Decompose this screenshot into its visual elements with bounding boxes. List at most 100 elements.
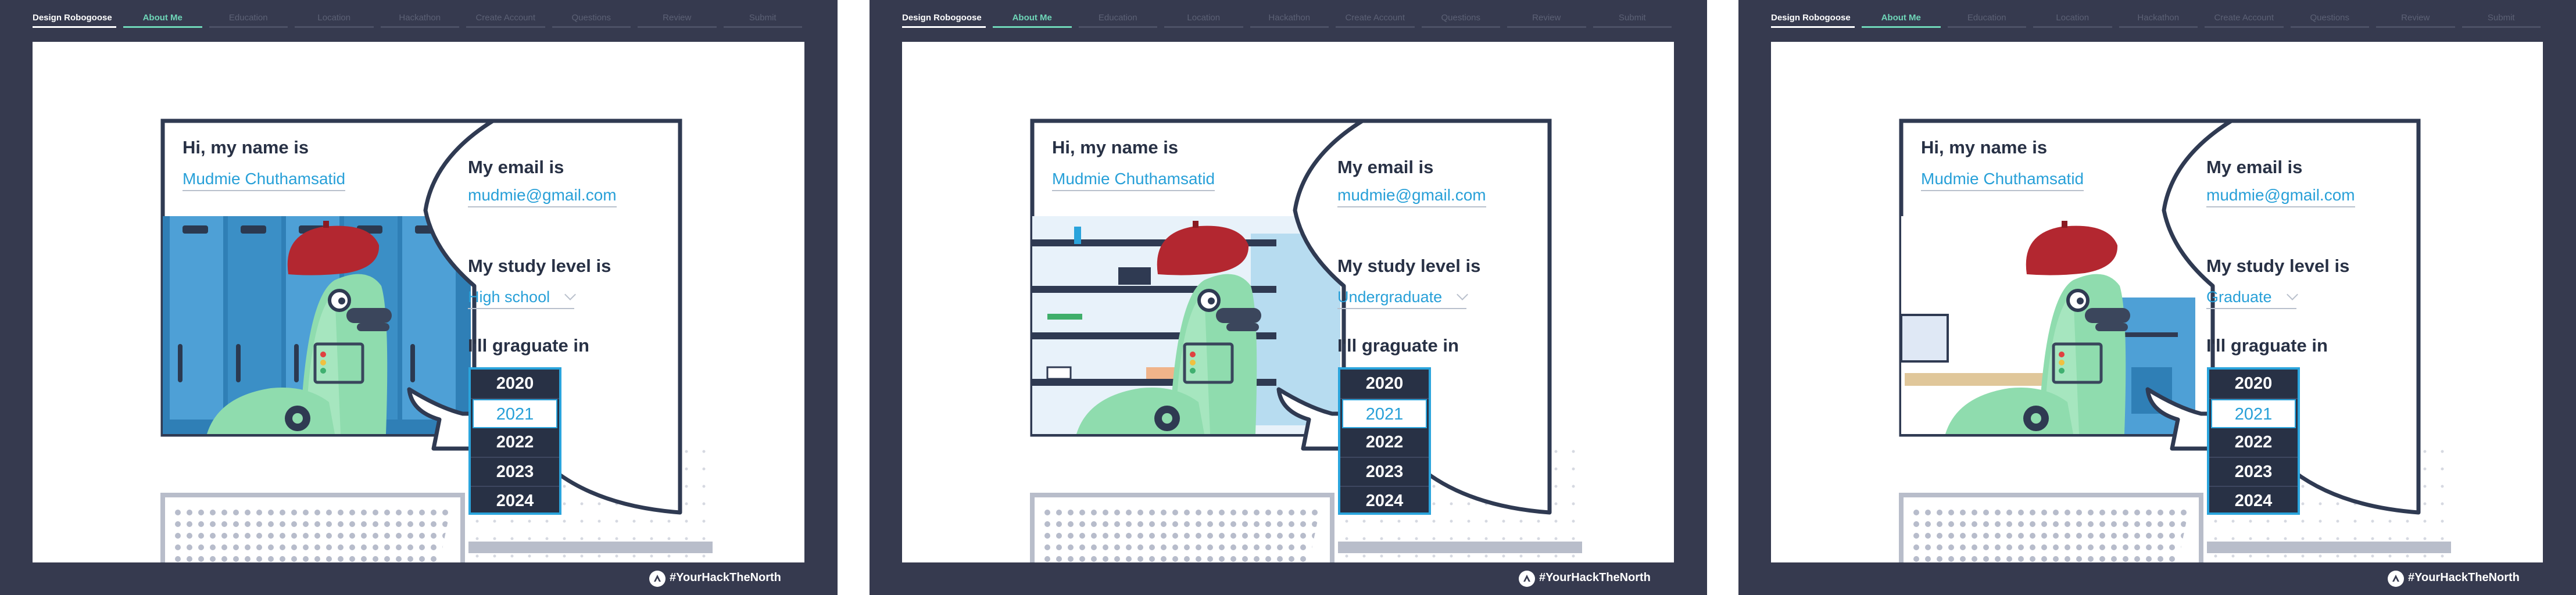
locker-handle [410,344,415,382]
tab-create-account[interactable]: Create Account [1332,10,1418,29]
study-level-label: My study level is [468,256,611,276]
tab-questions[interactable]: Questions [2287,10,2373,29]
year-option[interactable]: 2023 [2209,458,2298,487]
tab-education[interactable]: Education [206,10,292,29]
tab-about-me[interactable]: About Me [989,10,1075,29]
email-field[interactable]: mudmie@gmail.com [1337,186,1486,207]
year-option[interactable]: 2022 [2209,428,2298,458]
tab-submit[interactable]: Submit [720,10,806,29]
year-option[interactable]: 2021 [1342,399,1427,428]
year-option[interactable]: 2023 [1340,458,1429,487]
hackthenorth-logo-icon [2388,571,2404,587]
illustration [160,119,713,562]
form-screen: Design Robogoose About Me Education Loca… [0,0,838,595]
footer-hashtag: #YourHackTheNorth [670,571,781,584]
tab-questions[interactable]: Questions [549,10,635,29]
tab-education[interactable]: Education [1075,10,1161,29]
graduation-year-list: 2020 2021 2022 2023 2024 [2207,367,2300,515]
brand-title: Design Robogoose [902,10,989,29]
locker-handle [294,344,299,382]
year-option[interactable]: 2022 [471,428,559,458]
chevron-down-icon [564,289,576,300]
study-level-value: Graduate [2206,288,2272,306]
tab-create-account[interactable]: Create Account [463,10,549,29]
email-label: My email is [468,157,564,177]
tab-submit[interactable]: Submit [2459,10,2545,29]
tab-questions[interactable]: Questions [1418,10,1504,29]
tab-about-me[interactable]: About Me [1858,10,1944,29]
study-level-value: High school [468,288,550,306]
email-field[interactable]: mudmie@gmail.com [468,186,617,207]
year-option[interactable]: 2020 [1340,370,1429,399]
step-navigation: Design Robogoose About Me Education Loca… [1771,10,2544,29]
tab-review[interactable]: Review [634,10,720,29]
tab-create-account[interactable]: Create Account [2201,10,2287,29]
name-field[interactable]: Mudmie Chuthamsatid [1052,170,1215,191]
name-label: Hi, my name is [1052,137,1179,157]
study-level-select[interactable]: High school [468,288,576,309]
locker-door [170,216,223,434]
form-screen: Design Robogoose About Me Education Loca… [1738,0,2576,595]
year-option[interactable]: 2024 [471,487,559,517]
email-field[interactable]: mudmie@gmail.com [2206,186,2355,207]
tab-submit[interactable]: Submit [1590,10,1676,29]
tab-review[interactable]: Review [2373,10,2459,29]
form-canvas: Hi, my name is Mudmie Chuthamsatid My em… [1771,42,2543,562]
graduation-label: I'll graguate in [1337,335,1459,356]
dot-pattern-fill [1910,507,2189,562]
desk-top [1905,373,2056,386]
footer-hashtag: #YourHackTheNorth [1539,571,1651,584]
step-navigation: Design Robogoose About Me Education Loca… [902,10,1675,29]
form-canvas: Hi, my name is Mudmie Chuthamsatid My em… [902,42,1674,562]
monitor [1901,314,1949,363]
name-field[interactable]: Mudmie Chuthamsatid [183,170,346,191]
name-field[interactable]: Mudmie Chuthamsatid [1921,170,2084,191]
year-option[interactable]: 2022 [1340,428,1429,458]
step-navigation: Design Robogoose About Me Education Loca… [33,10,806,29]
year-option[interactable]: 2020 [471,370,559,399]
laptop [1118,267,1151,285]
tab-location[interactable]: Location [2030,10,2116,29]
illustration [1030,119,1582,562]
tab-hackathon[interactable]: Hackathon [2116,10,2202,29]
bottom-shelf-bar [2207,542,2451,553]
email-label: My email is [1337,157,1434,177]
bottle [1074,227,1081,244]
hackthenorth-logo-icon [1519,571,1535,587]
year-option[interactable]: 2024 [2209,487,2298,517]
graduation-year-list: 2020 2021 2022 2023 2024 [468,367,561,515]
chevron-down-icon [1457,289,1469,300]
study-level-label: My study level is [1337,256,1481,276]
graduation-label: I'll graguate in [2206,335,2328,356]
tab-review[interactable]: Review [1504,10,1590,29]
study-level-select[interactable]: Undergraduate [1337,288,1469,309]
year-option[interactable]: 2020 [2209,370,2298,399]
name-label: Hi, my name is [183,137,309,157]
footer-hashtag: #YourHackTheNorth [2408,571,2520,584]
study-level-label: My study level is [2206,256,2350,276]
hackthenorth-logo-icon [649,571,666,587]
study-level-select[interactable]: Graduate [2206,288,2298,309]
book [1047,314,1082,320]
tab-hackathon[interactable]: Hackathon [377,10,463,29]
year-option[interactable]: 2023 [471,458,559,487]
dot-pattern-fill [172,507,451,562]
tab-hackathon[interactable]: Hackathon [1247,10,1333,29]
chevron-down-icon [2286,289,2298,300]
name-label: Hi, my name is [1921,137,2048,157]
tab-location[interactable]: Location [291,10,377,29]
bottom-shelf-bar [1338,542,1582,553]
tab-about-me[interactable]: About Me [120,10,206,29]
tab-education[interactable]: Education [1944,10,2030,29]
brand-title: Design Robogoose [1771,10,1858,29]
brand-title: Design Robogoose [33,10,120,29]
year-option[interactable]: 2024 [1340,487,1429,517]
year-option[interactable]: 2021 [2211,399,2296,428]
small-box [1046,366,1072,380]
year-option[interactable]: 2021 [473,399,557,428]
form-canvas: Hi, my name is Mudmie Chuthamsatid My em… [33,42,804,562]
locker-vent [241,225,266,234]
dot-pattern-fill [1042,507,1321,562]
tab-location[interactable]: Location [1161,10,1247,29]
locker-vent [183,225,208,234]
